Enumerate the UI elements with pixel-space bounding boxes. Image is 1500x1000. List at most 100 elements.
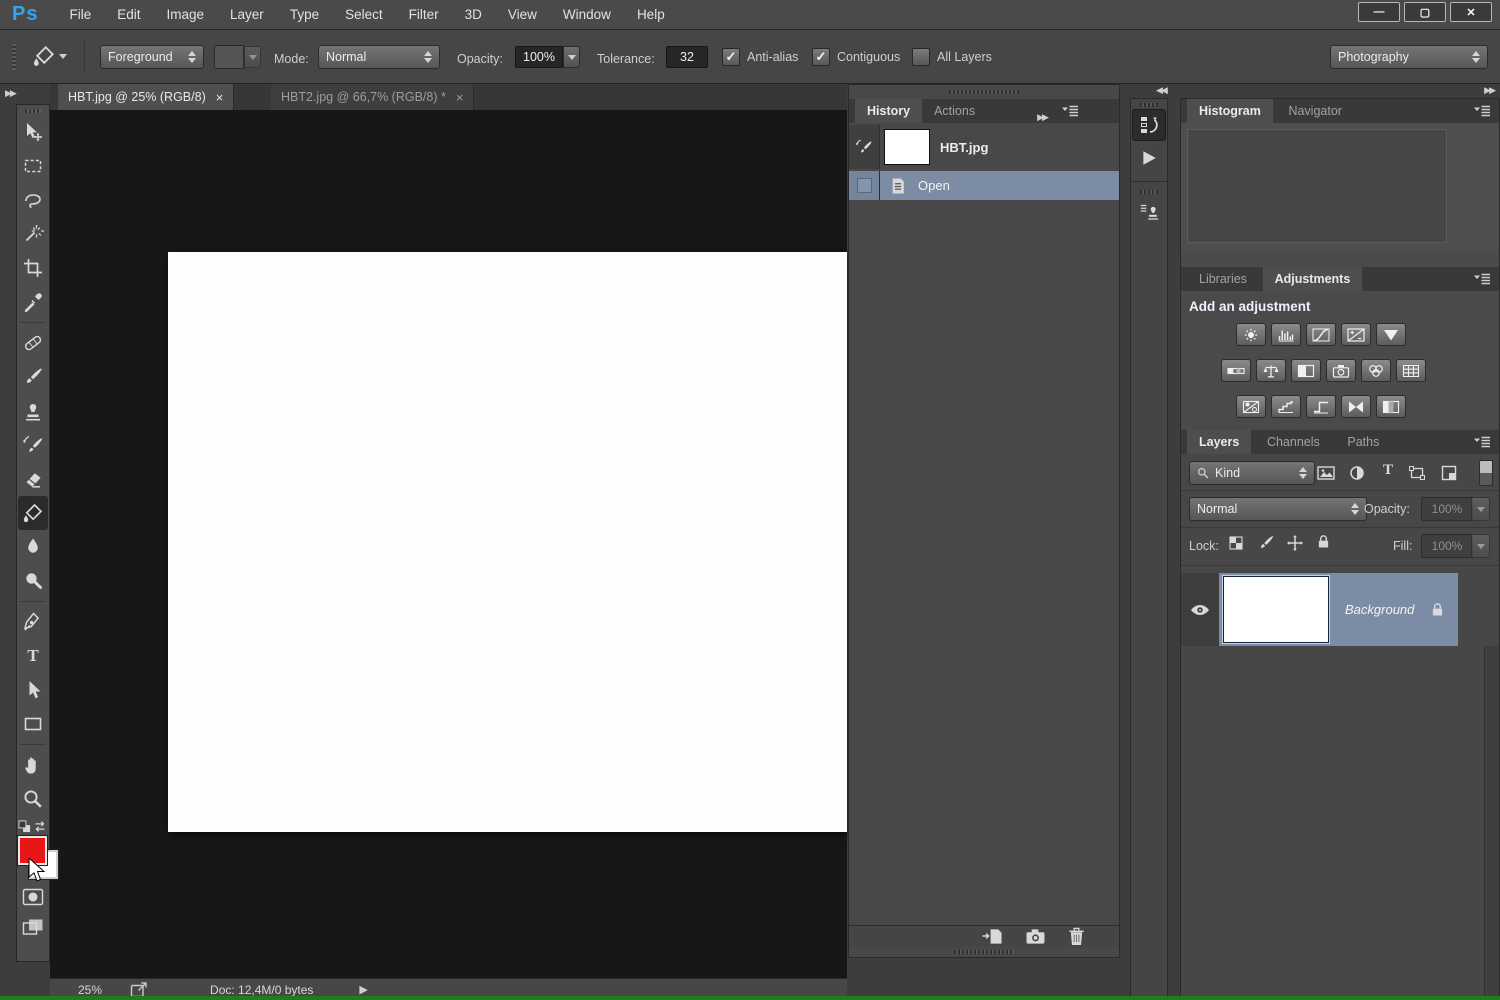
tolerance-input[interactable]: 32 <box>666 46 708 68</box>
color-lookup-icon[interactable] <box>1396 359 1426 382</box>
hue-saturation-icon[interactable] <box>1221 359 1251 382</box>
panel-menu-icon[interactable] <box>1473 105 1491 117</box>
history-source-cell[interactable] <box>849 125 880 169</box>
magic-wand-tool[interactable] <box>17 217 49 251</box>
tab-channels[interactable]: Channels <box>1255 430 1332 454</box>
clone-source-panel-icon[interactable] <box>1133 196 1165 226</box>
layer-filter-kind-select[interactable]: Kind <box>1189 461 1315 485</box>
invert-icon[interactable] <box>1236 395 1266 418</box>
panel-menu-icon[interactable] <box>1473 436 1491 448</box>
screen-mode-button[interactable] <box>17 912 49 942</box>
new-document-from-state-icon[interactable] <box>982 927 1003 946</box>
filter-shape-layers-icon[interactable] <box>1409 466 1425 480</box>
contiguous-checkbox[interactable]: ✓ Contiguous <box>812 48 900 66</box>
rectangle-tool[interactable] <box>17 707 49 741</box>
filter-type-layers-icon[interactable]: T <box>1383 462 1393 479</box>
tab-histogram[interactable]: Histogram <box>1187 99 1273 123</box>
history-state-checkbox-cell[interactable] <box>849 171 880 200</box>
menu-type[interactable]: Type <box>277 7 332 22</box>
actions-panel-icon[interactable] <box>1133 143 1165 173</box>
document-tab-active[interactable]: HBT.jpg @ 25% (RGB/8) × <box>58 84 234 110</box>
pen-tool[interactable] <box>17 605 49 639</box>
history-brush-tool[interactable] <box>17 428 49 462</box>
menu-file[interactable]: File <box>56 7 104 22</box>
channel-mixer-icon[interactable] <box>1361 359 1391 382</box>
photo-filter-icon[interactable] <box>1326 359 1356 382</box>
layers-opacity-dropdown[interactable] <box>1471 497 1490 521</box>
lock-image-pixels-icon[interactable] <box>1257 534 1275 552</box>
filter-adjustment-layers-icon[interactable] <box>1349 465 1365 481</box>
collapse-dock-icon[interactable]: ▶▶ <box>1484 85 1494 96</box>
close-icon[interactable]: × <box>456 90 464 105</box>
black-white-icon[interactable] <box>1291 359 1321 382</box>
tool-preset-picker[interactable] <box>32 44 67 68</box>
menu-help[interactable]: Help <box>624 7 678 22</box>
close-button[interactable]: ✕ <box>1450 2 1492 22</box>
lock-all-icon[interactable] <box>1317 534 1330 549</box>
tab-actions[interactable]: Actions <box>922 99 987 123</box>
document-tab-inactive[interactable]: HBT2.jpg @ 66,7% (RGB/8) * × <box>271 84 474 110</box>
blend-mode-select[interactable]: Normal <box>1189 497 1367 521</box>
color-balance-icon[interactable] <box>1256 359 1286 382</box>
lock-transparent-pixels-icon[interactable] <box>1229 536 1243 550</box>
tab-libraries[interactable]: Libraries <box>1187 267 1259 291</box>
collapse-panel-icon[interactable]: ▶▶ <box>1037 112 1047 123</box>
tab-history[interactable]: History <box>855 99 922 123</box>
menu-view[interactable]: View <box>495 7 550 22</box>
delete-state-trash-icon[interactable] <box>1068 927 1085 946</box>
history-snapshot-row[interactable]: HBT.jpg <box>849 125 1119 169</box>
menu-filter[interactable]: Filter <box>396 7 452 22</box>
zoom-level[interactable]: 25% <box>78 983 102 997</box>
minimize-button[interactable]: — <box>1358 2 1400 22</box>
levels-icon[interactable] <box>1271 323 1301 346</box>
clone-stamp-tool[interactable] <box>17 394 49 428</box>
opacity-dropdown[interactable] <box>563 46 580 68</box>
tab-paths[interactable]: Paths <box>1335 430 1391 454</box>
all-layers-checkbox[interactable]: All Layers <box>912 48 992 66</box>
menu-3d[interactable]: 3D <box>452 7 495 22</box>
antialias-checkbox[interactable]: ✓ Anti-alias <box>722 48 798 66</box>
menu-image[interactable]: Image <box>154 7 218 22</box>
menu-layer[interactable]: Layer <box>217 7 277 22</box>
lasso-tool[interactable] <box>17 183 49 217</box>
canvas-area[interactable] <box>50 110 847 978</box>
panel-menu-icon[interactable] <box>1061 105 1079 117</box>
tab-adjustments[interactable]: Adjustments <box>1263 267 1363 291</box>
dodge-tool[interactable] <box>17 564 49 598</box>
menu-window[interactable]: Window <box>550 7 624 22</box>
menu-select[interactable]: Select <box>332 7 396 22</box>
brightness-contrast-icon[interactable] <box>1236 323 1266 346</box>
hand-tool[interactable] <box>17 748 49 782</box>
swap-colors-icon[interactable] <box>32 820 48 833</box>
vibrance-icon[interactable] <box>1376 323 1406 346</box>
filter-toggle-switch[interactable] <box>1479 460 1493 486</box>
tab-layers[interactable]: Layers <box>1187 430 1251 454</box>
eye-icon[interactable] <box>1190 604 1210 616</box>
layers-scroll-gutter[interactable] <box>1484 646 1499 1000</box>
blur-tool[interactable] <box>17 530 49 564</box>
lock-position-icon[interactable] <box>1287 535 1303 551</box>
filter-pixel-layers-icon[interactable] <box>1317 466 1335 480</box>
workspace-select[interactable]: Photography <box>1330 45 1488 69</box>
quick-mask-button[interactable] <box>17 882 49 912</box>
opacity-input[interactable]: 100% <box>515 46 563 68</box>
close-icon[interactable]: × <box>216 90 224 105</box>
move-tool[interactable] <box>17 115 49 149</box>
zoom-tool[interactable] <box>17 782 49 816</box>
panel-menu-icon[interactable] <box>1473 273 1491 285</box>
layer-name[interactable]: Background <box>1345 602 1431 617</box>
crop-tool[interactable] <box>17 251 49 285</box>
expand-dock-icon[interactable]: ◀◀ <box>1156 85 1166 96</box>
doc-size-info[interactable]: Doc: 12,4M/0 bytes <box>210 983 313 997</box>
posterize-icon[interactable] <box>1271 395 1301 418</box>
gradient-map-icon[interactable] <box>1341 395 1371 418</box>
document-canvas[interactable] <box>168 252 847 832</box>
eraser-tool[interactable] <box>17 462 49 496</box>
new-snapshot-camera-icon[interactable] <box>1025 928 1046 945</box>
pattern-dropdown[interactable] <box>244 46 261 68</box>
curves-icon[interactable] <box>1306 323 1336 346</box>
selective-color-icon[interactable] <box>1376 395 1406 418</box>
tab-navigator[interactable]: Navigator <box>1276 99 1354 123</box>
fill-dropdown[interactable] <box>1471 534 1490 558</box>
pattern-swatch[interactable] <box>214 45 244 69</box>
